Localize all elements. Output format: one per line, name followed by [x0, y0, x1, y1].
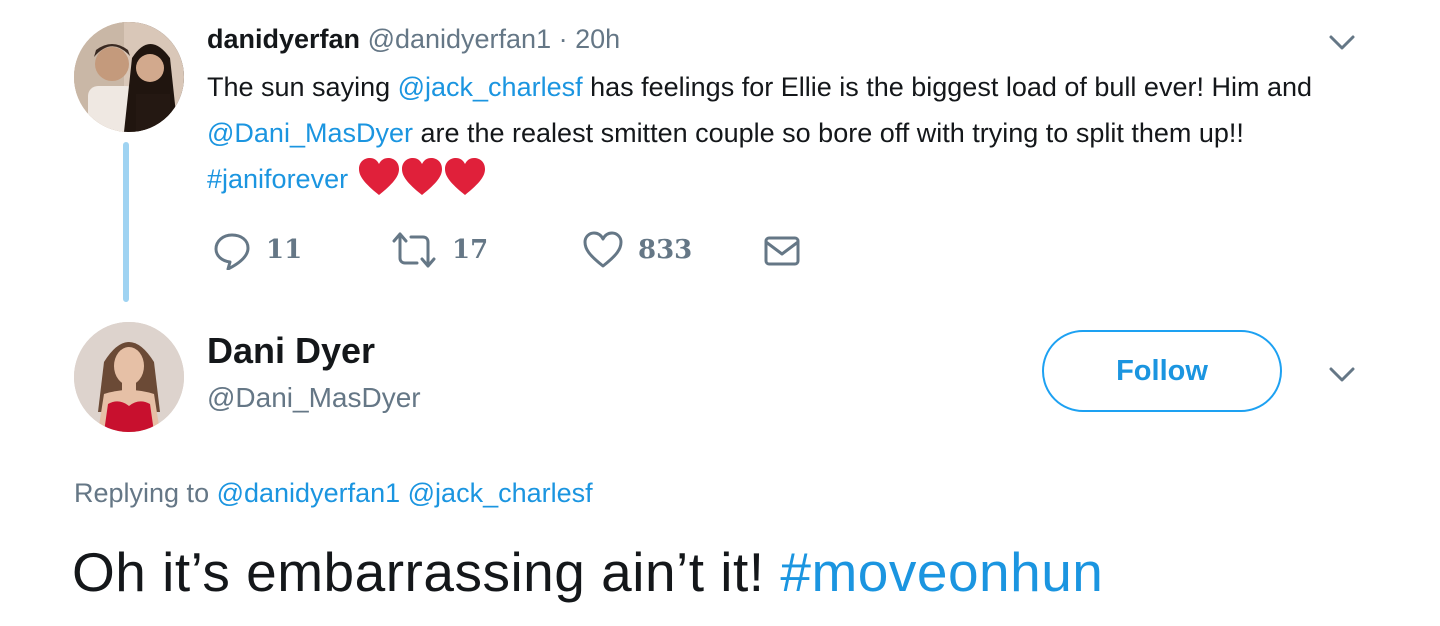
reply-button[interactable]: 11	[212, 228, 302, 272]
hashtag-moveonhun[interactable]: #moveonhun	[780, 541, 1103, 603]
retweet-button[interactable]: 17	[390, 228, 488, 272]
tweet1-separator: ·	[558, 24, 568, 54]
tweet1-text-part2: has feelings for Ellie is the biggest lo…	[582, 72, 1312, 102]
follow-button[interactable]: Follow	[1042, 330, 1282, 412]
tweet1-display-name[interactable]: danidyerfan	[207, 24, 360, 54]
tweet1-text: The sun saying @jack_charlesf has feelin…	[207, 64, 1347, 205]
red-heart-icon	[359, 157, 486, 195]
envelope-icon	[764, 236, 800, 266]
avatar-photo-icon	[74, 22, 184, 132]
tweet1-handle[interactable]: @danidyerfan1	[368, 24, 552, 54]
retweet-count: 17	[452, 235, 489, 265]
direct-message-button[interactable]	[762, 228, 802, 272]
reply-count: 11	[266, 235, 303, 265]
thread-connector-line	[123, 142, 129, 302]
danidyerfan-avatar[interactable]	[74, 22, 184, 132]
tweet2-text: Oh it’s embarrassing ain’t it! #moveonhu…	[72, 540, 1103, 604]
reply-mention-danidyerfan1[interactable]: @danidyerfan1	[217, 478, 401, 508]
like-button[interactable]: 833	[582, 228, 692, 272]
chevron-down-icon	[1329, 35, 1355, 50]
reply-mention-jack-charlesf[interactable]: @jack_charlesf	[408, 478, 593, 508]
tweet1-more-menu[interactable]	[1322, 22, 1362, 67]
retweet-icon	[392, 232, 436, 268]
tweet2-more-menu[interactable]	[1322, 354, 1362, 399]
avatar-photo-icon	[74, 322, 184, 432]
tweet1-text-part3: are the realest smitten couple so bore o…	[412, 118, 1244, 148]
tweet2-display-name[interactable]: Dani Dyer	[207, 330, 375, 372]
tweet2-handle[interactable]: @Dani_MasDyer	[207, 382, 421, 414]
mention-jack-charlesf[interactable]: @jack_charlesf	[398, 72, 583, 102]
tweet1-text-part1: The sun saying	[207, 72, 398, 102]
tweet1-header: danidyerfan @danidyerfan1 · 20h	[207, 22, 620, 56]
tweet2-text-body: Oh it’s embarrassing ain’t it!	[72, 541, 781, 603]
chevron-down-icon	[1329, 367, 1355, 382]
reply-icon	[214, 233, 250, 270]
like-count: 833	[638, 235, 693, 265]
heart-emojis	[358, 157, 488, 205]
hashtag-janiforever[interactable]: #janiforever	[207, 164, 348, 194]
replying-prefix: Replying to	[74, 478, 217, 508]
replying-to-line: Replying to @danidyerfan1 @jack_charlesf	[74, 478, 593, 509]
heart-icon	[583, 231, 623, 268]
mention-dani-masdyer[interactable]: @Dani_MasDyer	[207, 118, 413, 148]
tweet1-timestamp[interactable]: 20h	[575, 24, 620, 54]
dani-dyer-avatar[interactable]	[74, 322, 184, 432]
